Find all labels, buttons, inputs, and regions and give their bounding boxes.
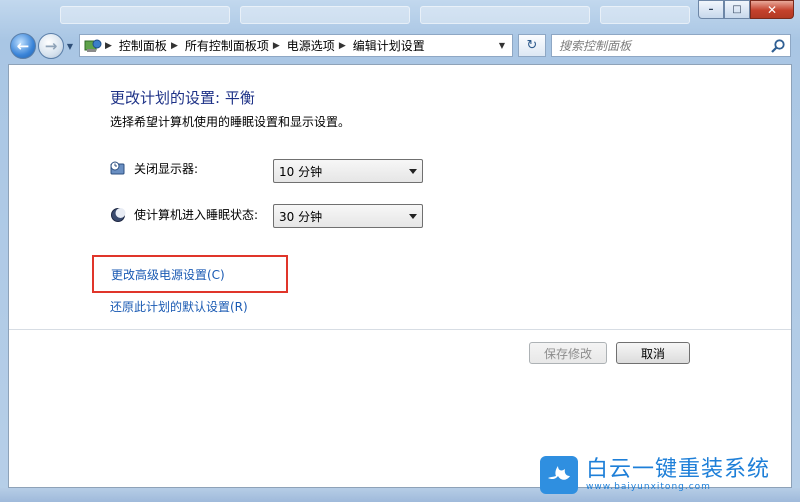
breadcrumb-separator[interactable]: ▶ xyxy=(170,41,182,51)
watermark-brand: 白云一键重装系统 xyxy=(586,457,771,482)
bird-logo-icon xyxy=(540,456,578,494)
setting-row-sleep: 使计算机进入睡眠状态: xyxy=(110,206,274,223)
setting-row-display: 关闭显示器: xyxy=(110,160,274,177)
minimize-button[interactable]: – xyxy=(698,0,724,19)
back-button[interactable]: ← xyxy=(10,33,36,59)
navigation-bar: ← → ▼ ▶ 控制面板 ▶ 所有控制面板项 ▶ 电源选项 ▶ 编辑计划设置 ▼… xyxy=(0,30,800,62)
setting-label: 关闭显示器: xyxy=(134,162,199,176)
sleep-timeout-select[interactable]: 30 分钟 xyxy=(273,204,423,228)
breadcrumb-all-items[interactable]: 所有控制面板项 xyxy=(182,35,272,56)
save-button[interactable]: 保存修改 xyxy=(529,342,607,364)
select-value: 30 分钟 xyxy=(279,209,323,224)
window-frame: – □ ✕ ← → ▼ ▶ 控制面板 ▶ 所有控制面板项 ▶ 电源选项 ▶ 编辑… xyxy=(0,0,800,502)
forward-button[interactable]: → xyxy=(38,33,64,59)
refresh-button[interactable]: ↻ xyxy=(518,34,546,57)
watermark: 白云一键重装系统 www.baiyunxitong.com xyxy=(540,450,798,500)
forward-arrow-icon: → xyxy=(44,37,58,55)
watermark-url: www.baiyunxitong.com xyxy=(586,482,711,492)
divider xyxy=(9,329,791,330)
address-bar[interactable]: ▶ 控制面板 ▶ 所有控制面板项 ▶ 电源选项 ▶ 编辑计划设置 ▼ xyxy=(79,34,513,57)
maximize-button[interactable]: □ xyxy=(724,0,750,19)
back-arrow-icon: ← xyxy=(16,37,30,55)
breadcrumb-separator[interactable]: ▶ xyxy=(104,41,116,51)
breadcrumb-control-panel[interactable]: 控制面板 xyxy=(116,35,170,56)
window-controls: – □ ✕ xyxy=(698,0,794,20)
background-tab xyxy=(600,6,690,24)
advanced-power-settings-link[interactable]: 更改高级电源设置(C) xyxy=(111,266,225,283)
search-icon[interactable] xyxy=(770,38,786,54)
chevron-down-icon xyxy=(409,214,417,219)
minimize-icon: – xyxy=(708,4,714,15)
chevron-down-icon xyxy=(409,169,417,174)
monitor-clock-icon xyxy=(110,161,125,174)
content-pane: 更改计划的设置: 平衡 选择希望计算机使用的睡眠设置和显示设置。 关闭显示器: … xyxy=(8,64,792,488)
background-tab xyxy=(60,6,230,24)
page-subtitle: 选择希望计算机使用的睡眠设置和显示设置。 xyxy=(110,115,351,129)
background-tab xyxy=(240,6,410,24)
close-icon: ✕ xyxy=(766,2,778,17)
breadcrumb-separator[interactable]: ▶ xyxy=(338,41,350,51)
history-dropdown-icon[interactable]: ▼ xyxy=(65,40,75,52)
display-timeout-select[interactable]: 10 分钟 xyxy=(273,159,423,183)
title-bar[interactable]: – □ ✕ xyxy=(0,0,800,30)
cancel-button[interactable]: 取消 xyxy=(616,342,690,364)
page-title: 更改计划的设置: 平衡 xyxy=(110,89,255,107)
breadcrumb-separator[interactable]: ▶ xyxy=(272,41,284,51)
close-button[interactable]: ✕ xyxy=(750,0,794,19)
search-box[interactable] xyxy=(551,34,791,57)
search-input[interactable] xyxy=(559,35,769,56)
breadcrumb-edit-plan[interactable]: 编辑计划设置 xyxy=(350,35,428,56)
setting-label: 使计算机进入睡眠状态: xyxy=(134,208,259,222)
background-tab xyxy=(420,6,590,24)
moon-icon xyxy=(111,207,126,222)
address-dropdown-icon[interactable]: ▼ xyxy=(495,35,509,56)
restore-defaults-link[interactable]: 还原此计划的默认设置(R) xyxy=(110,298,248,315)
refresh-icon: ↻ xyxy=(526,38,538,53)
maximize-icon: □ xyxy=(732,4,742,15)
control-panel-icon xyxy=(82,35,104,56)
select-value: 10 分钟 xyxy=(279,164,323,179)
breadcrumb-power-options[interactable]: 电源选项 xyxy=(284,35,338,56)
